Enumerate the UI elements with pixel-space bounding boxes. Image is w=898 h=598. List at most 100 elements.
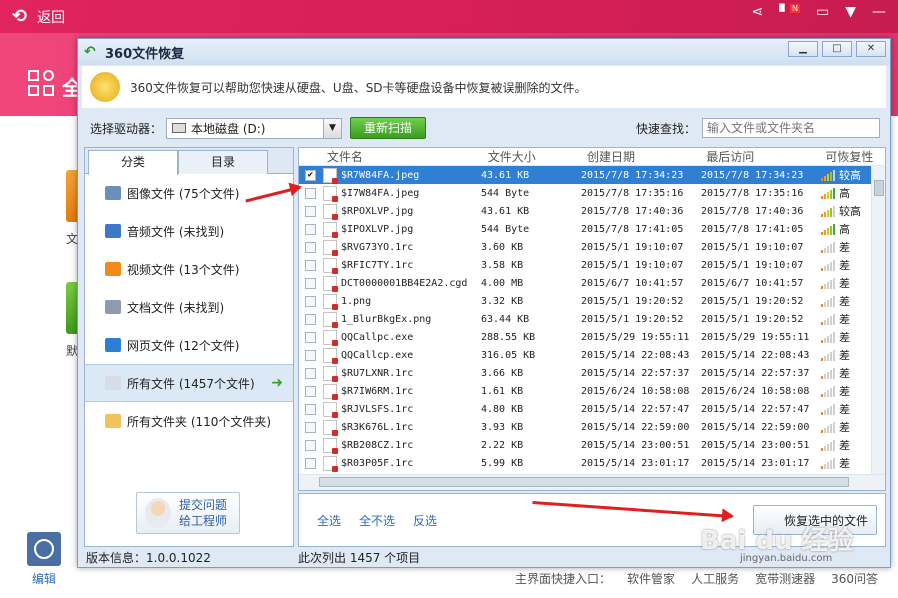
deleted-file-icon <box>323 167 338 184</box>
row-checkbox[interactable] <box>305 295 316 307</box>
cell-name: $RPOXLVP.jpg <box>341 205 414 217</box>
file-row[interactable]: $RB208CZ.1rc 2.22 KB 2015/5/14 23:00:51 201… <box>299 436 885 454</box>
row-checkbox[interactable] <box>305 277 316 289</box>
file-row[interactable]: $RFIC7TY.1rc 3.58 KB 2015/5/1 19:10:07 2015… <box>299 256 885 274</box>
row-checkbox[interactable] <box>305 205 316 217</box>
menu-icon[interactable]: ▼ <box>845 4 856 21</box>
bottom-link[interactable]: 软件管家 <box>627 570 675 587</box>
category-item[interactable]: 图像文件 (75个文件) <box>85 174 293 212</box>
tab-category[interactable]: 分类 <box>88 150 178 175</box>
scroll-thumb[interactable] <box>874 180 884 196</box>
minimize-button[interactable]: ▁ <box>788 41 818 57</box>
vertical-scrollbar[interactable] <box>871 166 885 474</box>
file-row[interactable]: $RU7LXNR.1rc 3.66 KB 2015/5/14 22:57:37 201… <box>299 364 885 382</box>
file-row[interactable]: $R7IW6RM.1rc 1.61 KB 2015/6/24 10:58:08 201… <box>299 382 885 400</box>
bottom-link[interactable]: 人工服务 <box>691 570 739 587</box>
info-text: 360文件恢复可以帮助您快速从硬盘、U盘、SD卡等硬盘设备中恢复被误删除的文件。 <box>130 80 587 95</box>
file-row[interactable]: $I7W84FA.jpeg 544 Byte 2015/7/8 17:35:16 20… <box>299 184 885 202</box>
close-button[interactable]: ✕ <box>856 41 886 57</box>
row-checkbox[interactable] <box>305 367 316 379</box>
row-checkbox[interactable] <box>305 385 316 397</box>
share-icon[interactable]: ⋖ <box>751 4 763 21</box>
file-row[interactable]: $IPOXLVP.jpg 544 Byte 2015/7/8 17:41:05 201… <box>299 220 885 238</box>
file-row[interactable]: 1_BlurBkgEx.png 63.44 KB 2015/5/1 19:20:52… <box>299 310 885 328</box>
horizontal-scrollbar[interactable] <box>299 474 885 490</box>
file-row[interactable]: ✔ $R7W84FA.jpeg 43.61 KB 2015/7/8 17:34:23 2… <box>299 166 885 184</box>
drive-select[interactable]: 本地磁盘 (D:) ▼ <box>166 117 343 139</box>
cell-name: 1_BlurBkgEx.png <box>341 313 432 325</box>
category-item[interactable]: 文档文件 (未找到) <box>85 288 293 326</box>
cell-access: 2015/5/14 22:57:37 <box>701 367 810 379</box>
header-created[interactable]: 创建日期 <box>587 148 706 165</box>
category-item[interactable]: 所有文件夹 (110个文件夹) <box>85 402 293 440</box>
category-item[interactable]: 所有文件 (1457个文件) ➜ <box>85 364 293 402</box>
file-row[interactable]: $RPOXLVP.jpg 43.61 KB 2015/7/8 17:40:36 201… <box>299 202 885 220</box>
signal-bars-icon <box>821 421 835 433</box>
file-row[interactable]: $RJVLSFS.1rc 4.80 KB 2015/5/14 22:57:47 201… <box>299 400 885 418</box>
feedback-button[interactable]: 提交问题 给工程师 <box>136 492 240 534</box>
cell-size: 3.58 KB <box>481 259 524 271</box>
cell-recoverability: 高 <box>821 185 861 201</box>
edit-icon[interactable] <box>27 532 61 566</box>
row-checkbox[interactable] <box>305 223 316 235</box>
category-panel: 分类 目录 图像文件 (75个文件) 音频文件 (未找到) 视频文件 (13个文件) 文… <box>84 147 294 547</box>
recoverability-label: 较高 <box>839 205 861 218</box>
category-item[interactable]: 视频文件 (13个文件) <box>85 250 293 288</box>
cell-created: 2015/5/1 19:10:07 <box>581 241 684 253</box>
app-logo-icon: ↶ <box>84 44 96 60</box>
header-recoverability[interactable]: 可恢复性 <box>825 148 885 165</box>
edit-link[interactable]: 编辑 <box>32 570 56 587</box>
file-row[interactable]: DCT0000001BB4E2A2.cgd 4.00 MB 2015/6/7 10:… <box>299 274 885 292</box>
back-button[interactable]: ⟲ 返回 <box>12 6 65 27</box>
search-input[interactable] <box>702 118 880 138</box>
cell-name: DCT0000001BB4E2A2.cgd <box>341 277 468 289</box>
select-all-link[interactable]: 全选 <box>317 512 341 529</box>
maximize-button[interactable]: □ <box>822 41 852 57</box>
cell-recoverability: 差 <box>821 383 861 399</box>
scroll-thumb[interactable] <box>319 477 849 487</box>
cell-name: $R03P05F.1rc <box>341 457 414 469</box>
bottom-quick-links: 主界面快捷入口： 软件管家 人工服务 宽带测速器 360问答 <box>515 570 878 587</box>
row-checkbox[interactable] <box>305 241 316 253</box>
chevron-down-icon[interactable]: ▼ <box>323 118 342 138</box>
tab-directory[interactable]: 目录 <box>178 150 268 174</box>
header-access[interactable]: 最后访问 <box>706 148 825 165</box>
file-row[interactable]: 1.png 3.32 KB 2015/5/1 19:20:52 2015/5/1 19… <box>299 292 885 310</box>
cell-created: 2015/5/1 19:20:52 <box>581 295 684 307</box>
message-icon[interactable]: ▭ <box>816 4 829 21</box>
category-item[interactable]: 音频文件 (未找到) <box>85 212 293 250</box>
row-checkbox[interactable] <box>305 349 316 361</box>
shirt-icon[interactable]: ▘ N <box>779 4 800 21</box>
cell-recoverability: 较高 <box>821 203 861 219</box>
row-checkbox[interactable] <box>305 331 316 343</box>
rescan-button[interactable]: 重新扫描 <box>350 117 427 139</box>
invert-selection-link[interactable]: 反选 <box>413 512 437 529</box>
bottom-link[interactable]: 360问答 <box>831 570 878 587</box>
header-size[interactable]: 文件大小 <box>488 148 587 165</box>
bottom-link[interactable]: 宽带测速器 <box>755 570 815 587</box>
select-none-link[interactable]: 全不选 <box>359 512 395 529</box>
file-row[interactable]: $R3K676L.1rc 3.93 KB 2015/5/14 22:59:00 201… <box>299 418 885 436</box>
signal-bars-icon <box>821 205 835 217</box>
file-row[interactable]: QQCallpc.exe 288.55 KB 2015/5/29 19:55:11 2… <box>299 328 885 346</box>
title-bar[interactable]: ↶ 360文件恢复 ▁ □ ✕ <box>78 39 890 65</box>
row-checkbox[interactable] <box>305 259 316 271</box>
file-row[interactable]: $RVG73YO.1rc 3.60 KB 2015/5/1 19:10:07 2015… <box>299 238 885 256</box>
header-name[interactable]: 文件名 <box>327 148 488 165</box>
category-item[interactable]: 网页文件 (12个文件) <box>85 326 293 364</box>
disk-icon <box>172 123 187 133</box>
cell-created: 2015/7/8 17:40:36 <box>581 205 684 217</box>
file-row[interactable]: QQCallcp.exe 316.05 KB 2015/5/14 22:08:43 2… <box>299 346 885 364</box>
cell-recoverability: 差 <box>821 365 861 381</box>
row-checkbox[interactable] <box>305 421 316 433</box>
minimize-icon[interactable]: — <box>872 4 886 21</box>
row-checkbox[interactable] <box>305 187 316 199</box>
row-checkbox[interactable] <box>305 313 316 325</box>
file-row[interactable]: $R03P05F.1rc 5.99 KB 2015/5/14 23:01:17 201… <box>299 454 885 472</box>
row-checkbox[interactable] <box>305 403 316 415</box>
row-checkbox[interactable]: ✔ <box>305 169 316 181</box>
cell-access: 2015/5/1 19:10:07 <box>701 259 804 271</box>
version-text: 版本信息：1.0.0.1022 <box>86 550 211 565</box>
row-checkbox[interactable] <box>305 457 316 469</box>
row-checkbox[interactable] <box>305 439 316 451</box>
